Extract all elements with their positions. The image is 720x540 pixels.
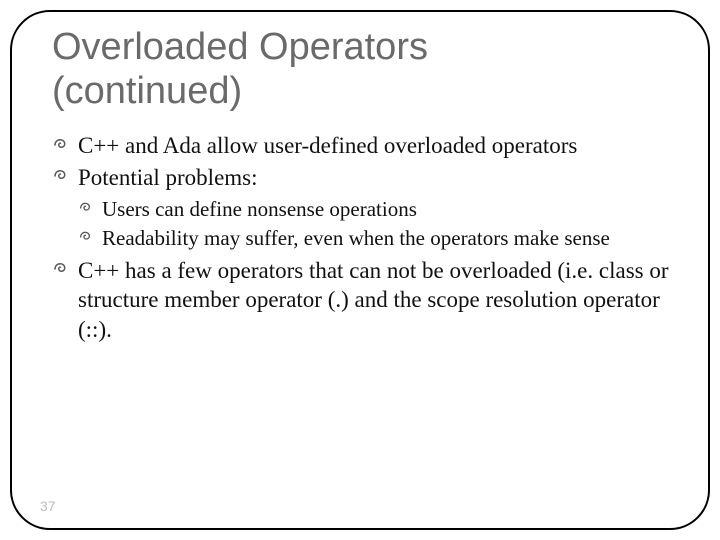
list-item: C++ and Ada allow user-defined overloade… xyxy=(52,131,672,160)
slide-frame: Overloaded Operators (continued) C++ and… xyxy=(10,10,710,530)
swirl-icon xyxy=(78,229,94,245)
bullet-text: Users can define nonsense operations xyxy=(102,197,417,221)
list-item: Potential problems: Users can define non… xyxy=(52,163,672,252)
list-item: Readability may suffer, even when the op… xyxy=(78,225,672,252)
bullet-text: C++ has a few operators that can not be … xyxy=(78,258,669,342)
swirl-icon xyxy=(52,260,70,278)
swirl-icon xyxy=(78,200,94,216)
swirl-icon xyxy=(52,167,70,185)
title-line-2: (continued) xyxy=(52,70,242,112)
bullet-text: Potential problems: xyxy=(78,165,258,190)
list-item: C++ has a few operators that can not be … xyxy=(52,256,672,344)
slide-title: Overloaded Operators (continued) xyxy=(52,26,672,113)
bullet-text: C++ and Ada allow user-defined overloade… xyxy=(78,133,577,158)
bullet-text: Readability may suffer, even when the op… xyxy=(102,226,610,250)
list-item: Users can define nonsense operations xyxy=(78,196,672,223)
bullet-list: C++ and Ada allow user-defined overloade… xyxy=(48,131,672,344)
swirl-icon xyxy=(52,136,70,154)
slide-container: Overloaded Operators (continued) C++ and… xyxy=(0,0,720,540)
title-line-1: Overloaded Operators xyxy=(52,26,428,68)
sub-bullet-list: Users can define nonsense operations Rea… xyxy=(78,196,672,252)
page-number: 37 xyxy=(40,498,56,514)
